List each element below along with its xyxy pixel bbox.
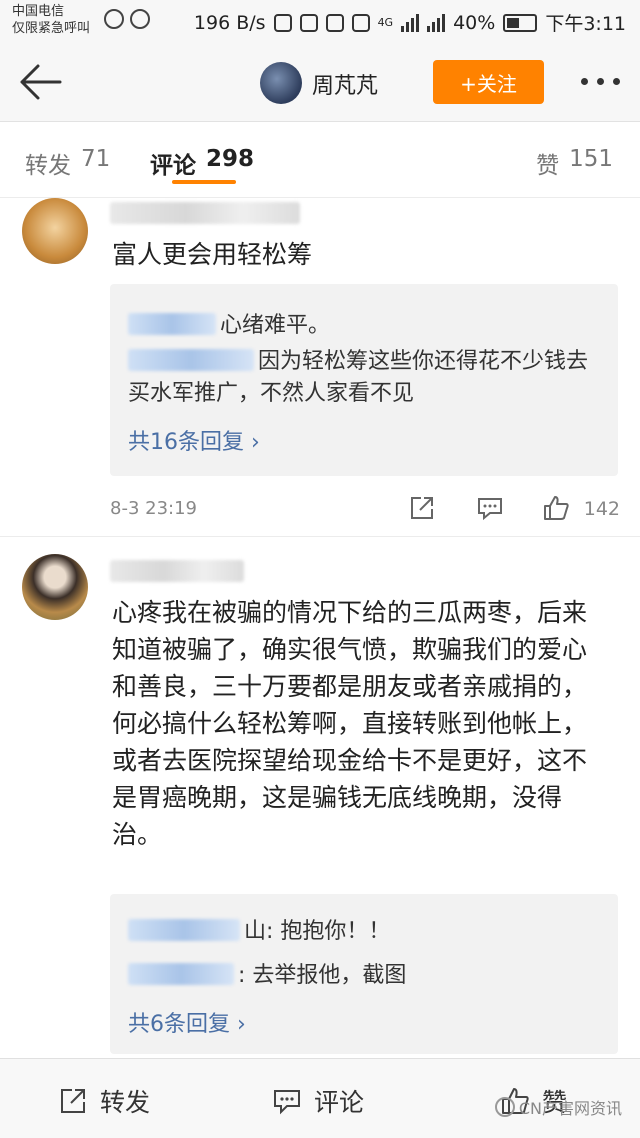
reply-item: 因为轻松筹这些你还得花不少钱去买水军推广，不然人家看不见 (128, 346, 604, 410)
comment-icon (274, 1090, 300, 1115)
back-arrow-icon[interactable] (16, 62, 64, 102)
alarm-icon (299, 13, 318, 32)
avatar[interactable] (22, 554, 88, 620)
reply-text: 山: 抱抱你！！ (244, 919, 391, 944)
comment-label: 评论 (314, 1088, 365, 1117)
app-notification-icon (104, 9, 124, 29)
active-tab-indicator (172, 180, 236, 184)
tab-label: 评论 (150, 153, 196, 179)
comment-text: 心疼我在被骗的情况下给的三瓜两枣，后来知道被骗了，确实很气愤，欺骗我们的爱心和善… (112, 598, 588, 849)
share-icon[interactable] (408, 494, 436, 522)
divider (0, 536, 640, 537)
reply-item: : 去举报他，截图 (128, 960, 604, 992)
comment-button[interactable]: 评论 (272, 1083, 364, 1119)
status-bar: 中国电信 仅限紧急呼叫 196 B/s 4G 40% 下午3:11 (0, 0, 640, 42)
more-replies-link[interactable]: 共16条回复 › (128, 424, 260, 456)
more-dots-icon[interactable] (581, 78, 620, 85)
reply-author-blurred[interactable] (128, 349, 254, 371)
tab-bar: 转发 71 评论 298 赞 151 (0, 122, 640, 198)
wechat-icon (130, 9, 150, 29)
carrier-info: 中国电信 仅限紧急呼叫 (12, 3, 90, 37)
tab-count: 151 (569, 146, 613, 172)
share-icon (61, 1089, 85, 1113)
reply-item: 山: 抱抱你！！ (128, 916, 604, 948)
battery-icon (503, 13, 538, 32)
more-replies-link[interactable]: 共6条回复 › (128, 1006, 246, 1038)
network-type: 4G (377, 16, 394, 29)
status-right: 196 B/s 4G 40% 下午3:11 (194, 9, 626, 36)
reply-text: 心绪难平。 (220, 313, 331, 338)
tab-comments[interactable]: 评论 298 (150, 146, 254, 180)
tab-label: 转发 (25, 153, 71, 179)
comment-text: 富人更会用轻松筹 (112, 240, 313, 269)
eye-icon (325, 13, 344, 32)
follow-button[interactable]: +关注 (433, 60, 544, 104)
reply-author-blurred[interactable] (128, 313, 216, 335)
signal-icon-2 (427, 13, 446, 32)
tab-count: 71 (81, 146, 111, 172)
like-count: 142 (583, 498, 620, 520)
commenter-name-blurred[interactable] (110, 202, 300, 224)
repost-label: 转发 (100, 1088, 151, 1117)
comment-item: 心疼我在被骗的情况下给的三瓜两枣，后来知道被骗了，确实很气愤，欺骗我们的爱心和善… (0, 550, 640, 1058)
like-icon[interactable] (542, 494, 570, 522)
signal-icon (401, 13, 420, 32)
repost-button[interactable]: 转发 (58, 1083, 150, 1119)
wifi-icon (351, 13, 370, 32)
network-speed: 196 B/s (193, 11, 266, 34)
comment-icon[interactable] (476, 494, 504, 522)
bottom-action-bar: 转发 评论 赞 CN产害网资讯 (0, 1058, 640, 1138)
carrier-status: 仅限紧急呼叫 (12, 21, 91, 36)
carrier-name: 中国电信 (12, 4, 65, 19)
clock: 下午3:11 (545, 13, 626, 35)
tab-count: 298 (206, 146, 255, 172)
battery-percent: 40% (453, 11, 496, 34)
page-title[interactable]: 周芃芃 (312, 68, 378, 100)
avatar[interactable] (260, 62, 302, 104)
comment-time: 8-3 23:19 (110, 498, 197, 519)
nav-bar: 周芃芃 +关注 (0, 42, 640, 122)
reply-box[interactable]: 山: 抱抱你！！ : 去举报他，截图 共6条回复 › (110, 894, 618, 1054)
reply-text: : 去举报他，截图 (238, 963, 407, 988)
watermark: CN产害网资讯 (494, 1095, 622, 1119)
reply-author-blurred[interactable] (128, 919, 240, 941)
wechat-icon (494, 1097, 515, 1117)
tab-label: 赞 (536, 153, 560, 179)
comment-item: 富人更会用轻松筹 心绪难平。 因为轻松筹这些你还得花不少钱去买水军推广，不然人家… (0, 198, 640, 538)
tab-repost[interactable]: 转发 71 (25, 146, 110, 180)
vibrate-icon (273, 13, 292, 32)
reply-item: 心绪难平。 (128, 310, 604, 342)
tab-likes[interactable]: 赞 151 (536, 146, 613, 180)
reply-author-blurred[interactable] (128, 963, 234, 985)
commenter-name-blurred[interactable] (110, 560, 244, 582)
comment-meta: 8-3 23:19 142 (110, 494, 620, 524)
notification-icons (104, 9, 150, 29)
avatar[interactable] (22, 198, 88, 264)
reply-box[interactable]: 心绪难平。 因为轻松筹这些你还得花不少钱去买水军推广，不然人家看不见 共16条回… (110, 284, 618, 476)
watermark-text: CN产害网资讯 (518, 1099, 622, 1118)
